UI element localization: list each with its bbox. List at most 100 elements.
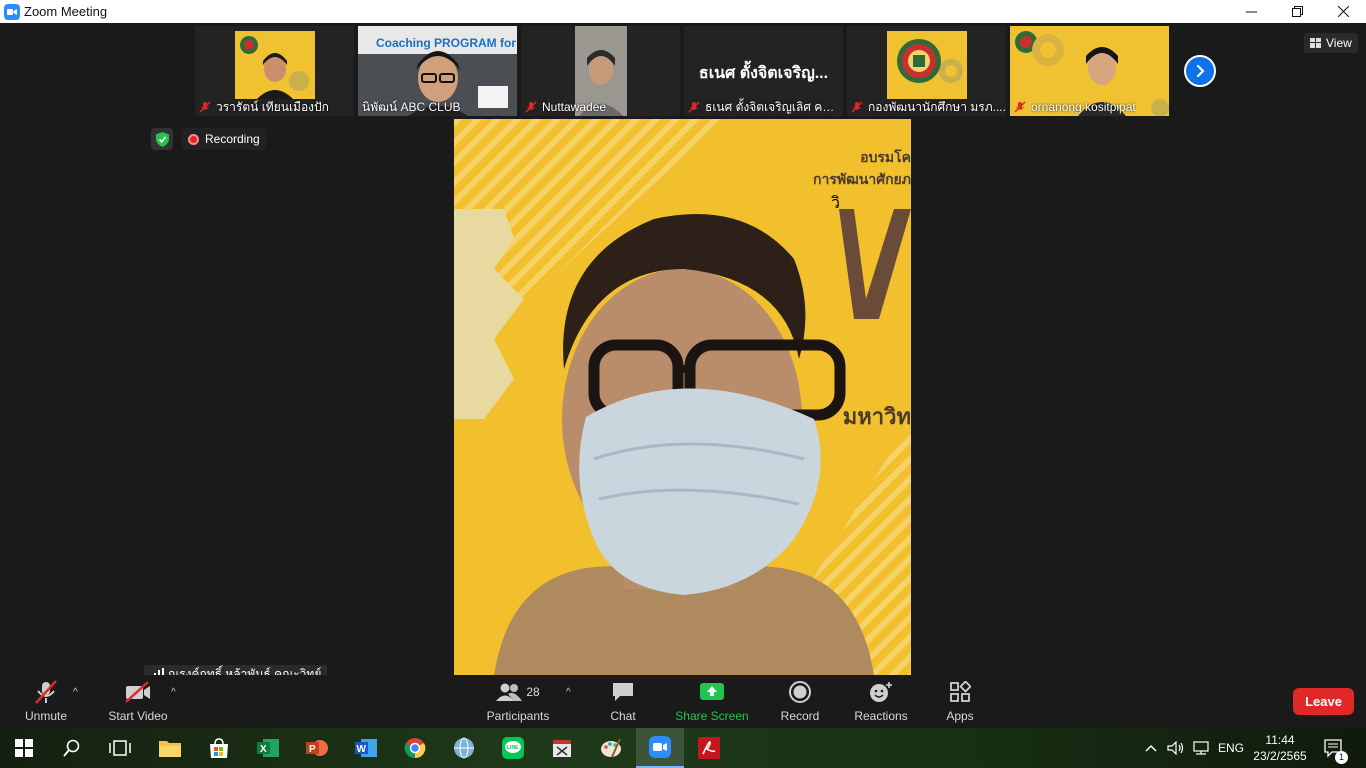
unmute-button[interactable]: Unmute (18, 675, 74, 728)
participant-name: Nuttawadee (542, 100, 607, 114)
store-taskbar-item[interactable] (195, 728, 243, 768)
taskbar-clock[interactable]: 11:44 23/2/2565 (1252, 732, 1308, 764)
recording-indicator[interactable]: Recording (182, 128, 266, 150)
control-panel-taskbar-item[interactable] (440, 728, 488, 768)
task-view-icon (109, 740, 131, 756)
globe-icon (454, 737, 474, 759)
participant-name-bar: วรารัตน์ เทียนเมืองปัก (195, 98, 354, 116)
paint-palette-icon (601, 738, 621, 758)
clock-time: 11:44 (1265, 733, 1295, 747)
chrome-icon (404, 738, 426, 759)
speaker-volume-icon (1167, 741, 1184, 755)
share-screen-button[interactable]: Share Screen (672, 675, 752, 728)
snipping-tool-icon (553, 740, 571, 757)
volume-tray-item[interactable] (1167, 728, 1185, 768)
reactions-label: Reactions (854, 709, 908, 723)
store-icon (210, 738, 228, 758)
chat-button[interactable]: Chat (600, 675, 646, 728)
participant-name: วรารัตน์ เทียนเมืองปัก (216, 99, 329, 114)
search-button[interactable] (48, 728, 96, 768)
participant-name: นิพัฒน์ ABC CLUB (362, 99, 461, 114)
line-taskbar-item[interactable]: LINE (489, 728, 537, 768)
participants-options-caret-icon[interactable]: ^ (566, 687, 571, 698)
maximize-button[interactable] (1274, 0, 1320, 23)
participant-name-bar: นิพัฒน์ ABC CLUB (358, 98, 517, 116)
security-shield-button[interactable] (151, 128, 173, 150)
svg-text:LINE: LINE (507, 745, 519, 751)
word-taskbar-item[interactable]: W (342, 728, 390, 768)
chevron-up-icon[interactable] (1144, 743, 1158, 753)
search-icon (63, 739, 80, 757)
svg-text:X: X (260, 744, 267, 755)
recording-label: Recording (205, 132, 260, 146)
close-button[interactable] (1320, 0, 1366, 23)
participant-name-bar: Nuttawadee (521, 98, 680, 116)
view-button[interactable]: View (1304, 33, 1358, 53)
audio-options-caret-icon[interactable]: ^ (73, 687, 78, 698)
clock-date: 23/2/2565 (1253, 749, 1307, 763)
powerpoint-taskbar-item[interactable]: P (293, 728, 341, 768)
participant-name: ธเนศ ตั้งจิตเจริญเลิศ คณะ... (705, 99, 843, 114)
zoom-app-icon (4, 3, 20, 20)
participant-video (887, 31, 967, 99)
record-button[interactable]: Record (776, 675, 824, 728)
reactions-button[interactable]: Reactions (850, 675, 912, 728)
participant-name: ornanong kositpipat (1031, 100, 1136, 114)
banner-big-letter: วิ (831, 191, 911, 212)
language-indicator[interactable]: ENG (1218, 728, 1244, 768)
leave-button[interactable]: Leave (1293, 688, 1354, 715)
participants-button[interactable]: 28 Participants (482, 675, 554, 728)
muted-mic-icon (1014, 101, 1026, 113)
participants-icon (496, 683, 523, 701)
language-label: ENG (1218, 741, 1245, 755)
system-tray (1144, 728, 1158, 768)
windows-taskbar: X P W LINE ENG 11:44 23/2/2565 1 (0, 728, 1366, 768)
network-tray-item[interactable] (1192, 728, 1210, 768)
svg-text:P: P (309, 744, 316, 755)
participant-video (235, 31, 315, 99)
participant-name-bar: กองพัฒนานักศึกษา มรภ.... (847, 98, 1006, 116)
record-icon (789, 681, 811, 703)
meeting-toolbar: Unmute ^ Start Video ^ 28 Participants ^… (0, 675, 1366, 728)
start-button[interactable] (0, 728, 48, 768)
muted-mic-icon (35, 680, 57, 704)
share-screen-icon (700, 683, 724, 700)
notifications-button[interactable]: 1 (1324, 728, 1348, 768)
video-overlay-text: Coaching PROGRAM for ...er (376, 36, 517, 50)
next-page-button[interactable] (1184, 55, 1216, 87)
apps-button[interactable]: Apps (938, 675, 982, 728)
muted-mic-icon (851, 101, 863, 113)
powerpoint-icon: P (306, 740, 328, 756)
participant-thumbnail[interactable]: กองพัฒนานักศึกษา มรภ.... (847, 26, 1006, 116)
zoom-taskbar-item[interactable] (636, 728, 684, 768)
shield-check-icon (155, 131, 169, 147)
file-explorer-taskbar-item[interactable] (146, 728, 194, 768)
task-view-button[interactable] (96, 728, 144, 768)
participant-thumbnail[interactable]: Coaching PROGRAM for ...er นิพัฒน์ ABC C… (358, 26, 517, 116)
minimize-button[interactable] (1228, 0, 1274, 23)
chrome-taskbar-item[interactable] (391, 728, 439, 768)
participant-thumbnail[interactable]: Nuttawadee (521, 26, 680, 116)
grid-view-icon (1310, 38, 1321, 48)
chat-icon (613, 683, 633, 701)
muted-mic-icon (688, 101, 700, 113)
zoom-icon (649, 736, 671, 758)
banner-text-line1: อบรมโค (860, 149, 911, 165)
start-video-label: Start Video (108, 709, 168, 723)
active-speaker-video: อบรมโค การพัฒนาศักยภ มหาวิท วิ (454, 119, 911, 675)
participant-thumbnail[interactable]: ธเนศ ตั้งจิตเจริญ... ธเนศ ตั้งจิตเจริญเล… (684, 26, 843, 116)
view-label: View (1326, 36, 1352, 50)
video-options-caret-icon[interactable]: ^ (171, 687, 176, 698)
start-video-button[interactable]: Start Video (104, 675, 172, 728)
excel-taskbar-item[interactable]: X (244, 728, 292, 768)
banner-text-line2: การพัฒนาศักยภ (813, 171, 911, 187)
reactions-icon (870, 682, 892, 702)
snipping-tool-taskbar-item[interactable] (538, 728, 586, 768)
muted-mic-icon (525, 101, 537, 113)
acrobat-taskbar-item[interactable] (685, 728, 733, 768)
participant-thumbnail[interactable]: ornanong kositpipat (1010, 26, 1169, 116)
participant-thumbnail[interactable]: วรารัตน์ เทียนเมืองปัก (195, 26, 354, 116)
line-app-icon: LINE (502, 737, 524, 759)
paint-taskbar-item[interactable] (587, 728, 635, 768)
zoom-window: Zoom Meeting วรารัตน์ เทียนเมืองปัก Coac… (0, 0, 1366, 768)
